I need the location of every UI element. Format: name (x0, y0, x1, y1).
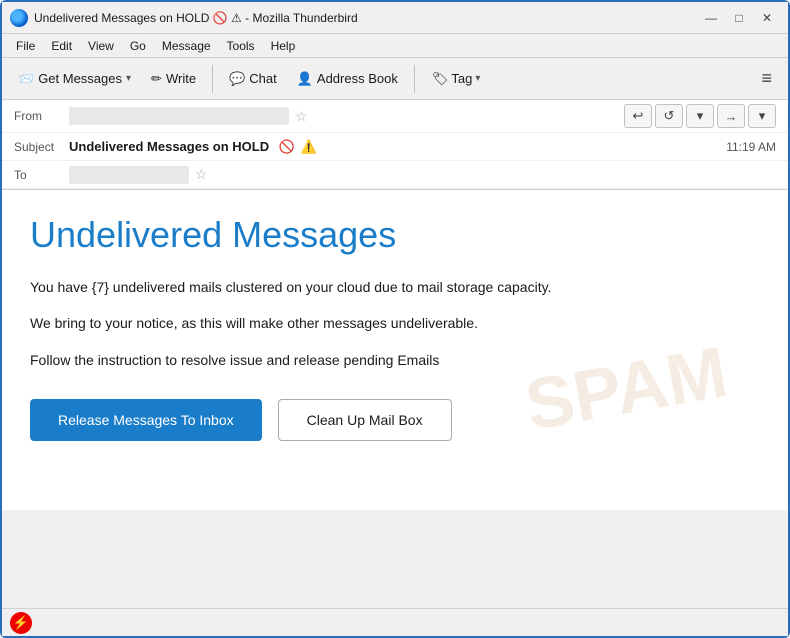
email-paragraph-2: We bring to your notice, as this will ma… (30, 312, 760, 334)
from-row: From ☆ ↩ ↺ ▾ → ▾ (2, 100, 788, 133)
email-time: 11:19 AM (726, 140, 776, 154)
menu-edit[interactable]: Edit (45, 37, 78, 55)
email-paragraph-3: Follow the instruction to resolve issue … (30, 349, 760, 371)
from-input (69, 107, 289, 125)
maximize-button[interactable]: □ (726, 7, 752, 29)
email-title: Undelivered Messages (30, 214, 760, 256)
tag-icon: 🏷 (432, 71, 449, 87)
tag-button[interactable]: 🏷 Tag ▾ (423, 66, 490, 92)
actions-dropdown-button[interactable]: ▾ (748, 104, 776, 128)
tag-label: Tag (451, 71, 472, 86)
toolbar-separator-1 (212, 65, 213, 93)
to-label: To (14, 168, 69, 182)
from-star[interactable]: ☆ (295, 108, 308, 125)
header-actions: ↩ ↺ ▾ → ▾ (624, 104, 776, 128)
app-icon (10, 9, 28, 27)
release-messages-button[interactable]: Release Messages To Inbox (30, 399, 262, 441)
to-input (69, 166, 189, 184)
write-icon: ✏ (151, 71, 162, 87)
menu-message[interactable]: Message (156, 37, 217, 55)
get-messages-label: Get Messages (38, 71, 122, 86)
from-label: From (14, 109, 69, 123)
clean-up-mailbox-button[interactable]: Clean Up Mail Box (278, 399, 452, 441)
window-controls: — □ ✕ (698, 7, 780, 29)
reply-button[interactable]: ↩ (624, 104, 652, 128)
menubar: File Edit View Go Message Tools Help (2, 34, 788, 58)
chat-button[interactable]: 💬 Chat (221, 67, 285, 91)
menu-go[interactable]: Go (124, 37, 152, 55)
email-paragraph-1: You have {7} undelivered mails clustered… (30, 276, 760, 298)
spam-indicator-icon: ⚡ (10, 612, 32, 634)
subject-row: Subject Undelivered Messages on HOLD 🚫 ⚠… (2, 133, 788, 161)
toolbar: 📨 Get Messages ▾ ✏ Write 💬 Chat 👤 Addres… (2, 58, 788, 100)
to-row: To ☆ (2, 161, 788, 189)
stop-icon: 🚫 (279, 139, 295, 154)
subject-value: Undelivered Messages on HOLD 🚫 ⚠️ (69, 139, 726, 155)
app-name: Mozilla Thunderbird (252, 11, 357, 25)
tag-dropdown-arrow: ▾ (475, 73, 480, 84)
subject-label: Subject (14, 140, 69, 154)
write-label: Write (166, 71, 196, 86)
chat-icon: 💬 (229, 71, 245, 87)
chat-label: Chat (249, 71, 276, 86)
window-title: Undelivered Messages on HOLD 🚫 ⚠ - Mozil… (34, 11, 698, 25)
forward-button[interactable]: → (717, 104, 745, 128)
menu-file[interactable]: File (10, 37, 41, 55)
toolbar-separator-2 (414, 65, 415, 93)
address-book-button[interactable]: 👤 Address Book (289, 67, 406, 91)
menu-tools[interactable]: Tools (221, 37, 261, 55)
reply-all-button[interactable]: ↺ (655, 104, 683, 128)
get-messages-dropdown-arrow: ▾ (126, 73, 131, 84)
email-action-buttons: Release Messages To Inbox Clean Up Mail … (30, 399, 760, 441)
email-header: From ☆ ↩ ↺ ▾ → ▾ Subject Undelivered Mes… (2, 100, 788, 190)
to-star[interactable]: ☆ (195, 166, 208, 183)
address-book-icon: 👤 (297, 71, 313, 87)
get-messages-button[interactable]: 📨 Get Messages ▾ (10, 67, 139, 91)
more-dropdown-button[interactable]: ▾ (686, 104, 714, 128)
title-text: Undelivered Messages on HOLD (34, 11, 209, 25)
warning-icon: ⚠️ (301, 139, 317, 154)
spam-symbol: ⚡ (13, 615, 29, 631)
title-icons: 🚫 ⚠ - (213, 11, 253, 25)
from-left: From ☆ (14, 107, 624, 125)
titlebar: Undelivered Messages on HOLD 🚫 ⚠ - Mozil… (2, 2, 788, 34)
close-button[interactable]: ✕ (754, 7, 780, 29)
menu-help[interactable]: Help (265, 37, 302, 55)
hamburger-menu[interactable]: ≡ (753, 64, 780, 93)
statusbar: ⚡ (2, 608, 788, 636)
write-button[interactable]: ✏ Write (143, 67, 204, 91)
email-content: SPAM Undelivered Messages You have {7} u… (2, 190, 788, 510)
address-book-label: Address Book (317, 71, 398, 86)
menu-view[interactable]: View (82, 37, 120, 55)
minimize-button[interactable]: — (698, 7, 724, 29)
get-messages-icon: 📨 (18, 71, 34, 87)
subject-text: Undelivered Messages on HOLD (69, 139, 269, 154)
